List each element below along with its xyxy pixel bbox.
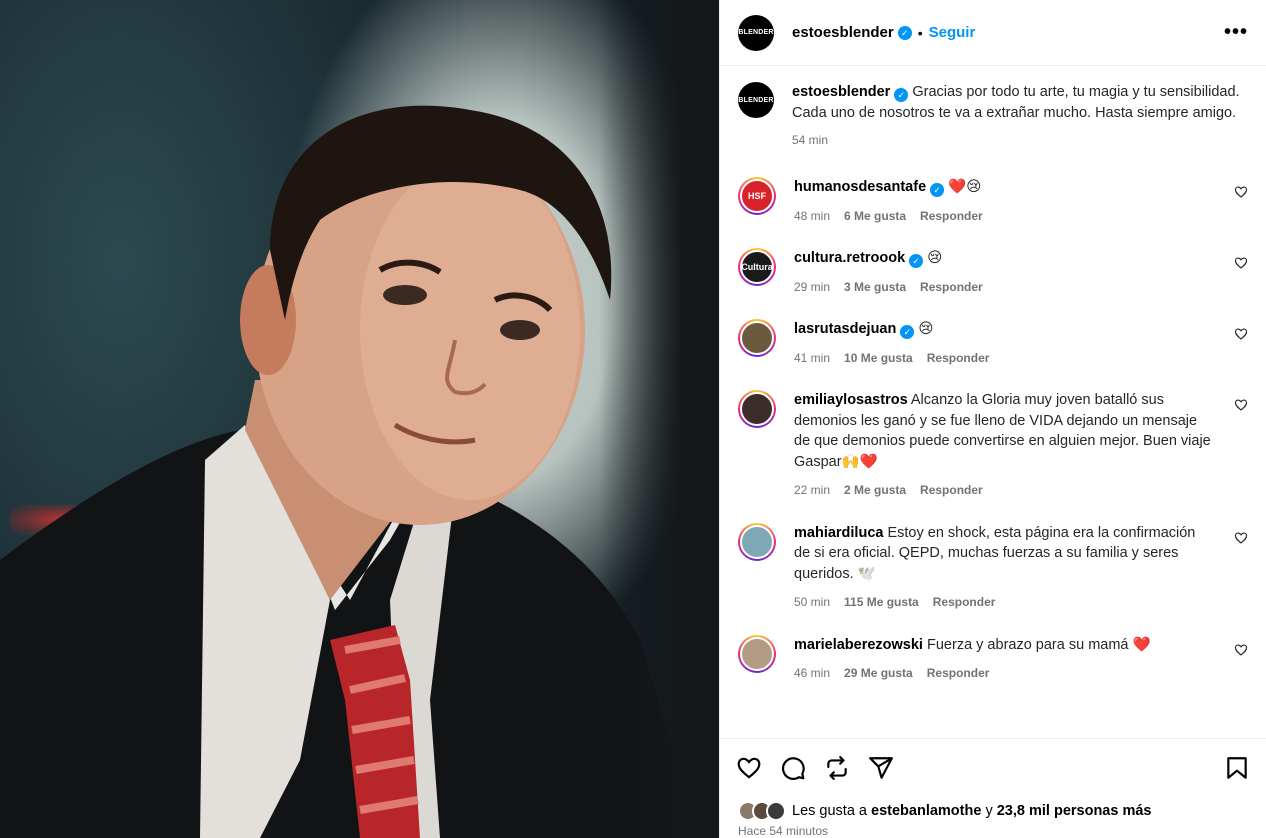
post-header: BLENDER estoesblender ✓ • Seguir ••• (720, 0, 1266, 66)
comments-list[interactable]: BLENDER estoesblender ✓ Gracias por todo … (720, 66, 1266, 738)
comment-avatar[interactable]: HSF (738, 177, 776, 215)
reply-button[interactable]: Responder (920, 277, 983, 298)
separator-dot: • (917, 24, 923, 41)
comment-like-count[interactable]: 3 Me gusta (844, 277, 906, 298)
comment-avatar-image: HSF (740, 179, 774, 213)
save-icon[interactable] (1224, 755, 1250, 781)
comment-username[interactable]: lasrutasdejuan (794, 321, 896, 337)
comment-item: emiliaylosastros Alcanzo la Gloria muy j… (738, 390, 1248, 501)
verified-icon: ✓ (909, 254, 924, 268)
caption-author-avatar[interactable]: BLENDER (738, 82, 774, 118)
verified-icon: ✓ (900, 325, 915, 339)
post-photo[interactable] (0, 0, 719, 838)
comment-avatar[interactable] (738, 319, 776, 357)
comment-username[interactable]: marielaberezowski (794, 637, 923, 653)
comment-time: 50 min (794, 595, 831, 609)
comments-container: HSF humanosdesantafe ✓ ❤️😢 48 min 6 Me gusta… (738, 177, 1248, 684)
comment-username[interactable]: cultura.retroook (794, 250, 905, 266)
comment-text: Fuerza y abrazo para su mamá ❤️ (927, 636, 1151, 653)
comment-avatar[interactable]: Cultura (738, 248, 776, 286)
comment-time: 46 min (794, 666, 831, 680)
comment-like-icon[interactable] (1234, 398, 1248, 412)
comment-username[interactable]: emiliaylosastros (794, 392, 908, 408)
comment-item: lasrutasdejuan ✓ 😢 41 min 10 Me gusta Respon… (738, 319, 1248, 368)
comment-text: ❤️😢 (948, 179, 982, 195)
comment-item: HSF humanosdesantafe ✓ ❤️😢 48 min 6 Me gusta… (738, 177, 1248, 226)
comment-time: 41 min (794, 350, 831, 365)
verified-icon: ✓ (930, 183, 945, 197)
reply-button[interactable]: Responder (927, 348, 990, 369)
reply-button[interactable]: Responder (920, 480, 983, 501)
comment-text: 😢 (918, 321, 934, 337)
comment-time: 48 min (794, 208, 831, 223)
comment-item: mahiardiluca Estoy en shock, esta página… (738, 522, 1248, 613)
comment-like-icon[interactable] (1234, 185, 1248, 199)
photo-shadow (599, 0, 719, 838)
comment-icon[interactable] (780, 755, 806, 781)
like-icon[interactable] (736, 755, 762, 781)
comment-like-count[interactable]: 2 Me gusta (844, 480, 906, 501)
action-bar (720, 738, 1266, 796)
comment-item: marielaberezowski Fuerza y abrazo para s… (738, 634, 1248, 684)
comment-like-count[interactable]: 6 Me gusta (844, 206, 906, 227)
comment-time: 22 min (794, 483, 831, 497)
comment-avatar[interactable] (738, 522, 776, 561)
liker-avatars (738, 801, 786, 821)
comment-avatar-image (740, 321, 774, 355)
comment-avatar[interactable] (738, 390, 776, 428)
caption-time: 54 min (792, 133, 829, 147)
author-avatar[interactable]: BLENDER (738, 14, 774, 51)
verified-icon: ✓ (894, 88, 909, 102)
comment-avatar[interactable] (738, 634, 776, 673)
likes-prefix: Les gusta a (792, 803, 867, 819)
comment-username[interactable]: humanosdesantafe (794, 179, 926, 195)
post-caption: BLENDER estoesblender ✓ Gracias por todo … (738, 82, 1248, 151)
likes-summary: Les gusta a estebanlamothe y 23,8 mil pe… (720, 796, 1266, 822)
comment-avatar-image (740, 524, 774, 559)
more-options-icon[interactable]: ••• (1224, 21, 1248, 44)
post-modal: BLENDER estoesblender ✓ • Seguir ••• BLE… (0, 0, 1266, 838)
reply-button[interactable]: Responder (927, 663, 990, 684)
comment-avatar-image: Cultura (740, 250, 774, 284)
author-username[interactable]: estoesblender (792, 24, 894, 41)
comment-like-count[interactable]: 29 Me gusta (844, 663, 913, 684)
comment-like-icon[interactable] (1234, 327, 1248, 341)
liker-avatar (766, 801, 786, 821)
comment-like-icon[interactable] (1234, 531, 1248, 545)
post-sidebar: BLENDER estoesblender ✓ • Seguir ••• BLE… (719, 0, 1266, 838)
repost-icon[interactable] (824, 755, 850, 781)
reply-button[interactable]: Responder (920, 206, 983, 227)
comment-avatar-image (740, 636, 774, 671)
posted-time: Hace 54 minutos (738, 824, 829, 838)
likes-count[interactable]: 23,8 mil personas más (997, 803, 1152, 819)
likes-user[interactable]: estebanlamothe (871, 803, 981, 819)
share-icon[interactable] (868, 755, 894, 781)
caption-author-username[interactable]: estoesblender (792, 84, 890, 100)
comment-like-count[interactable]: 115 Me gusta (844, 592, 919, 613)
comment-like-icon[interactable] (1234, 643, 1248, 657)
comment-item: Cultura cultura.retroook ✓ 😢 29 min 3 Me gus… (738, 248, 1248, 297)
likes-joiner: y (985, 803, 993, 819)
comment-like-icon[interactable] (1234, 256, 1248, 270)
follow-button[interactable]: Seguir (929, 24, 976, 41)
comment-time: 29 min (794, 279, 831, 294)
comment-username[interactable]: mahiardiluca (794, 525, 883, 541)
comment-avatar-image (740, 392, 774, 426)
reply-button[interactable]: Responder (933, 592, 996, 613)
comment-like-count[interactable]: 10 Me gusta (844, 348, 913, 369)
verified-icon: ✓ (897, 25, 912, 40)
comment-text: 😢 (927, 250, 943, 266)
